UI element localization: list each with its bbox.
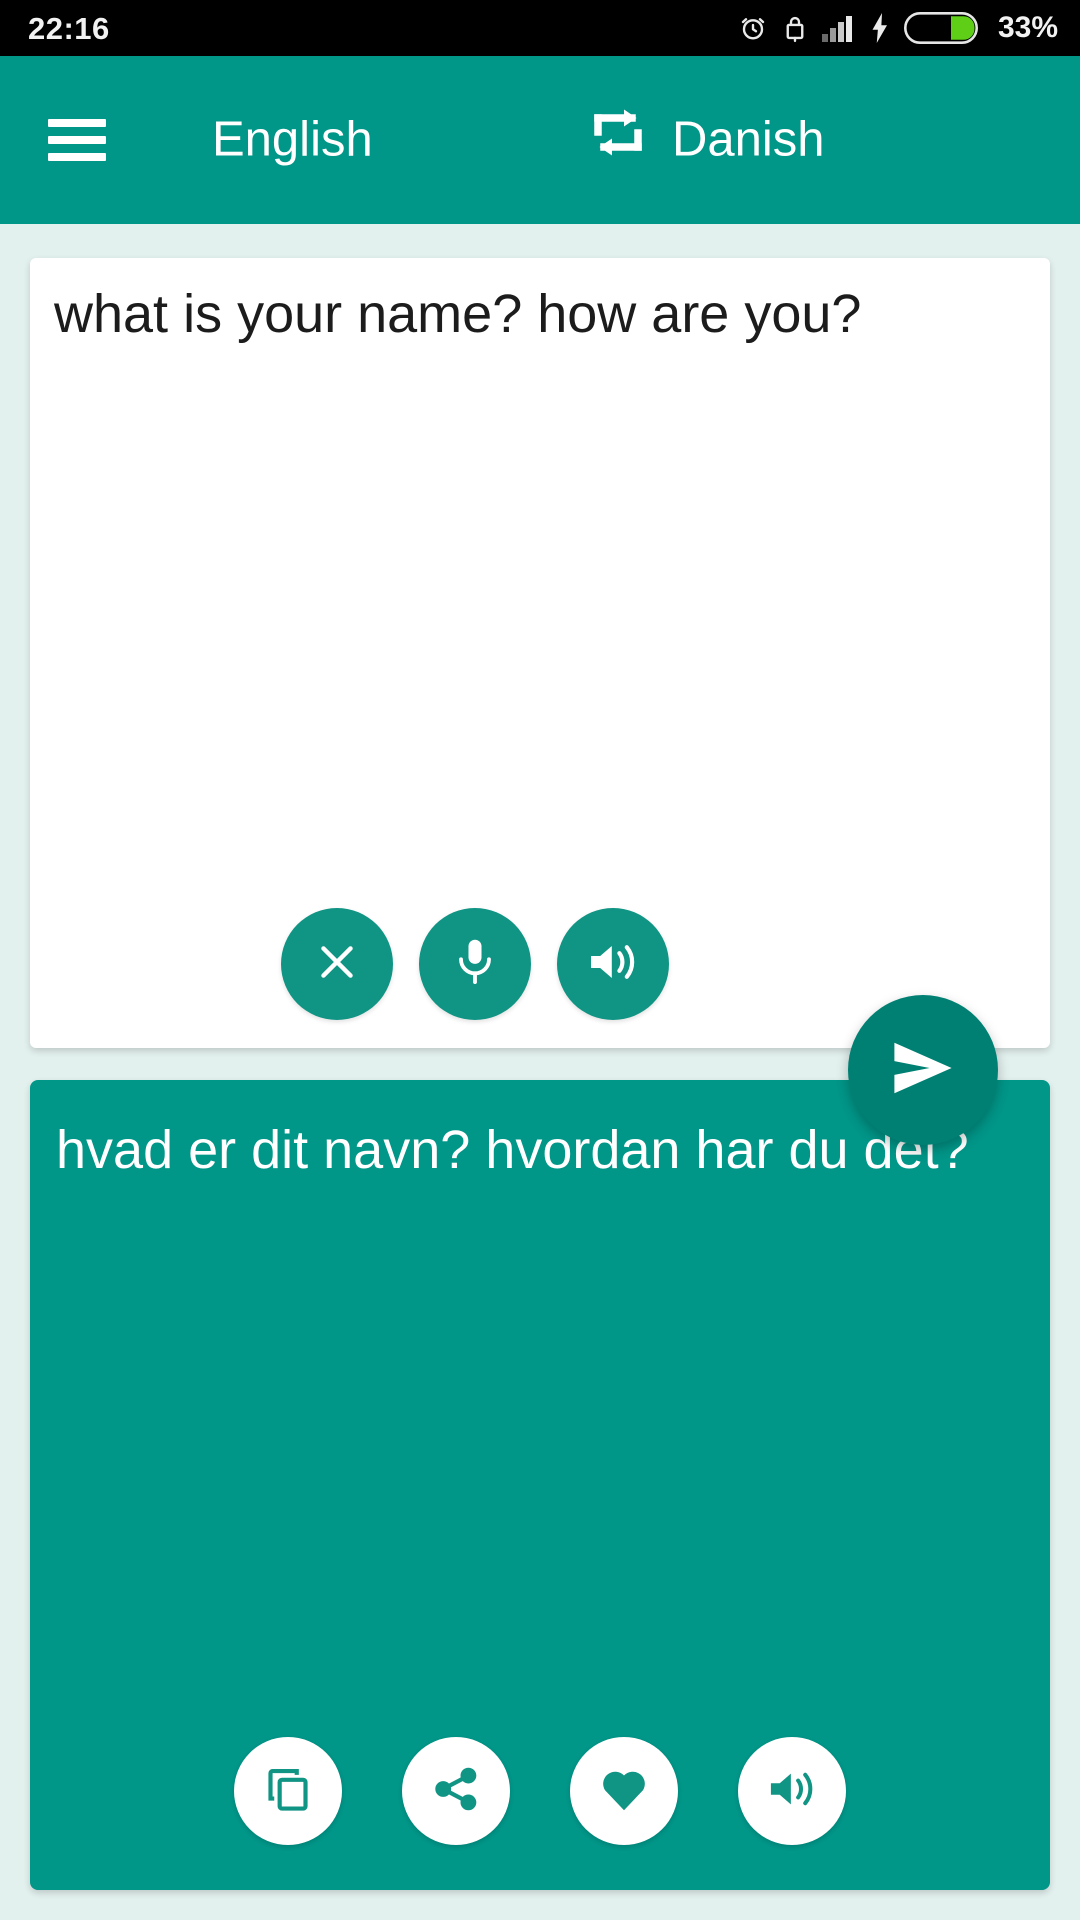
app-toolbar: English Danish: [0, 56, 1080, 224]
heart-icon: [599, 1766, 649, 1817]
voice-input-button[interactable]: [419, 908, 531, 1020]
microphone-icon: [452, 936, 498, 993]
close-icon: [312, 937, 362, 992]
lock-icon: [782, 13, 808, 43]
battery-icon: [903, 12, 978, 44]
speak-source-button[interactable]: [557, 908, 669, 1020]
signal-icon: [821, 14, 856, 42]
translated-text: hvad er dit navn? hvordan har du det?: [56, 1120, 969, 1180]
target-text-card[interactable]: hvad er dit navn? hvordan har du det?: [30, 1080, 1050, 1890]
status-bar: 22:16 33%: [0, 0, 1080, 56]
send-icon: [890, 1038, 956, 1103]
target-language-selector[interactable]: Danish: [672, 115, 825, 165]
copy-button[interactable]: [234, 1737, 342, 1845]
battery-percent: 33%: [997, 11, 1058, 44]
share-icon: [432, 1765, 480, 1818]
status-icons: 33%: [738, 11, 1058, 45]
hamburger-menu-icon[interactable]: [48, 119, 106, 161]
hamburger-line: [48, 136, 106, 144]
status-time: 22:16: [28, 10, 110, 46]
source-language-selector[interactable]: English: [212, 115, 373, 165]
copy-icon: [263, 1764, 313, 1819]
send-button[interactable]: [848, 995, 998, 1145]
alarm-icon: [738, 13, 768, 43]
favorite-button[interactable]: [570, 1737, 678, 1845]
clear-button[interactable]: [281, 908, 393, 1020]
speaker-icon: [587, 938, 639, 991]
swap-languages-icon[interactable]: [570, 96, 666, 184]
source-text-card[interactable]: what is your name? how are you?: [30, 258, 1050, 1048]
speaker-icon: [767, 1766, 817, 1817]
share-button[interactable]: [402, 1737, 510, 1845]
charging-bolt-icon: [870, 13, 890, 43]
source-text-input[interactable]: what is your name? how are you?: [54, 280, 1026, 349]
hamburger-line: [48, 153, 106, 161]
speak-target-button[interactable]: [738, 1737, 846, 1845]
hamburger-line: [48, 119, 106, 127]
app-screen: 22:16 33% English Danish what is your na…: [0, 0, 1080, 1920]
target-action-bar: [30, 1737, 1050, 1845]
